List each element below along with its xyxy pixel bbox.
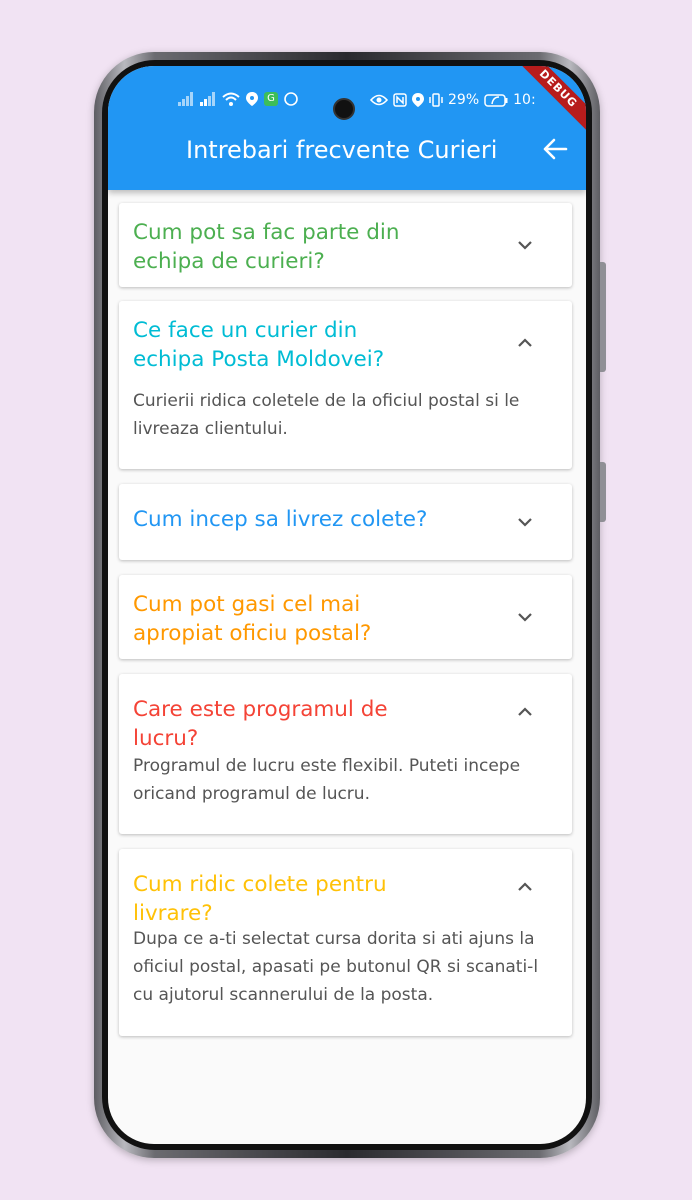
- viber-icon: [284, 92, 298, 106]
- status-icons-left: G: [178, 92, 298, 106]
- volume-button: [600, 262, 606, 372]
- signal-icon-2: [200, 92, 215, 106]
- faq-answer: Programul de lucru este flexibil. Puteti…: [133, 756, 521, 804]
- eye-icon: [370, 94, 388, 106]
- faq-question[interactable]: Care este programul de lucru?: [133, 695, 433, 753]
- app-g-icon: G: [264, 92, 278, 106]
- battery-percent: 29%: [448, 92, 480, 108]
- chevron-up-icon[interactable]: [515, 877, 535, 897]
- faq-question[interactable]: Ce face un curier din echipa Posta Moldo…: [133, 316, 433, 374]
- faq-card[interactable]: Cum pot sa fac parte din echipa de curie…: [119, 203, 572, 287]
- power-button: [600, 462, 606, 522]
- chevron-down-icon[interactable]: [515, 235, 535, 255]
- nfc-icon: [393, 93, 407, 107]
- faq-card[interactable]: Ce face un curier din echipa Posta Moldo…: [119, 301, 572, 469]
- faq-question[interactable]: Cum ridic colete pentru livrare?: [133, 870, 433, 928]
- wifi-icon: [222, 92, 240, 106]
- faq-answer: Dupa ce a-ti selectat cursa dorita si at…: [133, 929, 539, 1005]
- screen: G 29% 10: DEBUG Intrebari frecvente Curi…: [108, 66, 586, 1144]
- chevron-down-icon[interactable]: [515, 512, 535, 532]
- vibrate-icon: [429, 93, 443, 107]
- faq-list: Cum pot sa fac parte din echipa de curie…: [108, 190, 586, 1144]
- faq-card[interactable]: Cum ridic colete pentru livrare? Dupa ce…: [119, 849, 572, 1036]
- location-icon-2: [412, 93, 424, 107]
- faq-card[interactable]: Cum incep sa livrez colete?: [119, 484, 572, 560]
- front-camera: [333, 98, 355, 120]
- faq-question[interactable]: Cum pot gasi cel mai apropiat oficiu pos…: [133, 590, 433, 648]
- faq-question[interactable]: Cum pot sa fac parte din echipa de curie…: [133, 218, 433, 276]
- battery-icon: [484, 93, 508, 107]
- faq-card[interactable]: Care este programul de lucru? Programul …: [119, 674, 572, 834]
- chevron-up-icon[interactable]: [515, 333, 535, 353]
- status-bar: G 29% 10:: [108, 88, 586, 120]
- faq-card[interactable]: Cum pot gasi cel mai apropiat oficiu pos…: [119, 575, 572, 659]
- clock: 10:: [513, 92, 536, 108]
- chevron-down-icon[interactable]: [515, 607, 535, 627]
- app-bar: G 29% 10: DEBUG Intrebari frecvente Curi…: [108, 66, 586, 190]
- signal-icon: [178, 92, 193, 106]
- faq-question[interactable]: Cum incep sa livrez colete?: [133, 505, 433, 534]
- location-icon: [246, 92, 258, 106]
- status-icons-right: 29% 10:: [370, 92, 536, 108]
- faq-answer: Curierii ridica coletele de la oficiul p…: [133, 391, 520, 439]
- page-title: Intrebari frecvente Curieri: [186, 136, 498, 164]
- chevron-up-icon[interactable]: [515, 702, 535, 722]
- back-arrow-icon[interactable]: [540, 134, 570, 164]
- phone-frame: G 29% 10: DEBUG Intrebari frecvente Curi…: [94, 52, 606, 1158]
